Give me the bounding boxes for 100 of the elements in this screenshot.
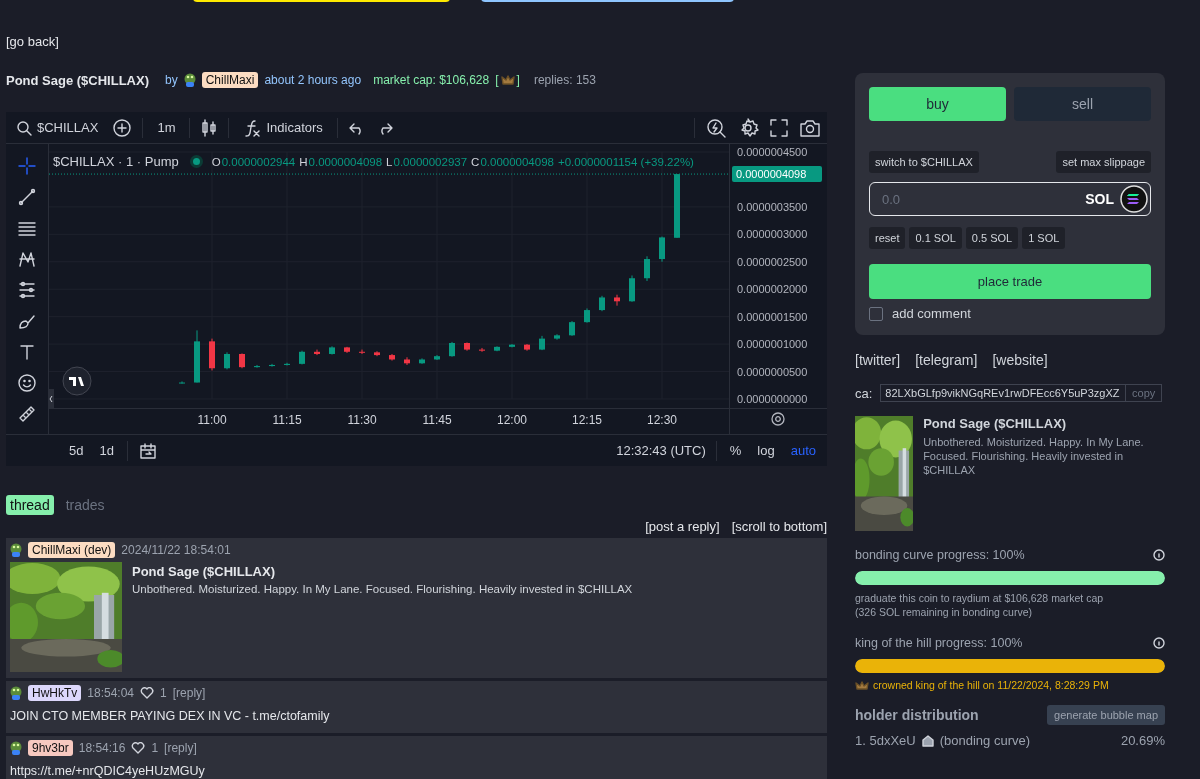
candle: [389, 353, 395, 362]
range-button[interactable]: 5d: [66, 441, 87, 460]
symbol-search[interactable]: $CHILLAX: [12, 117, 103, 138]
price-label: 0.0000002000: [737, 283, 808, 296]
contract-address: 82LXbGLfp9vikNGqREv1rwDFEcc6Y5uP3zgXZ: [884, 386, 1121, 401]
calendar-icon[interactable]: [137, 440, 158, 461]
candle: [539, 335, 545, 351]
unit-label: SOL: [1085, 191, 1114, 207]
collapse-icon[interactable]: [49, 389, 54, 409]
frog-avatar-icon: [10, 741, 22, 755]
user-badge[interactable]: HwHkTv: [28, 685, 82, 701]
text-tool-icon[interactable]: [17, 342, 37, 362]
user-badge[interactable]: ChillMaxi (dev): [28, 542, 116, 558]
scale-option[interactable]: %: [726, 441, 745, 460]
add-symbol-icon[interactable]: [112, 117, 133, 138]
price-label: 0.0000003500: [737, 200, 808, 213]
time-label: 12:32:43 (UTC): [616, 443, 706, 458]
post-body: Unbothered. Moisturized. Happy. In My Lane. Focused. Flourishing. Heavily invested in $CHILLAX: [132, 583, 633, 595]
candle: [329, 345, 335, 356]
fullscreen-icon[interactable]: [769, 117, 789, 138]
amount-field[interactable]: 0.0 SOL: [869, 182, 1151, 216]
by-label: by: [165, 73, 178, 87]
scale-option[interactable]: auto: [787, 441, 819, 460]
time-label: 12:30: [647, 413, 677, 427]
thread-link[interactable]: [scroll to bottom]: [731, 519, 827, 534]
social-link[interactable]: [telegram]: [915, 352, 978, 368]
place-trade-button[interactable]: place trade: [869, 264, 1151, 299]
candle: [179, 380, 185, 385]
progress-label: bonding curve progress: 100%: [855, 548, 1025, 562]
holder-name: 1. 5dxXeU: [855, 733, 916, 748]
candle: [404, 356, 410, 366]
status-dot: [192, 158, 200, 165]
token-description: Unbothered. Moisturized. Happy. In My Lane. Focused. Flourishing. Heavily invested in $CHILLAX: [923, 435, 1145, 477]
candle: [584, 307, 590, 324]
trend-line-icon[interactable]: [17, 187, 37, 207]
preset-button[interactable]: reset: [869, 227, 906, 249]
copy-button[interactable]: copy: [1125, 385, 1162, 401]
checkbox-label: add comment: [892, 306, 971, 321]
social-link[interactable]: [twitter]: [855, 352, 901, 368]
ref-line-label: 0.0000004098: [736, 168, 807, 181]
pattern-icon[interactable]: [17, 249, 37, 269]
camera-icon[interactable]: [799, 117, 821, 138]
amount-input[interactable]: 0.0: [880, 190, 1080, 208]
progress-note: graduate this coin to raydium at $106,628 market cap: [855, 591, 1105, 605]
candle: [599, 295, 605, 312]
tab[interactable]: thread: [6, 495, 54, 515]
slippage-button[interactable]: set max slippage: [1056, 151, 1151, 173]
social-link[interactable]: [website]: [992, 352, 1048, 368]
range-button[interactable]: 1d: [96, 441, 117, 460]
ohlc-value: O0.0000002944: [211, 155, 296, 168]
candle: [569, 320, 575, 337]
ruler-icon[interactable]: [17, 404, 37, 424]
alert-icon[interactable]: [705, 116, 727, 139]
settings-icon[interactable]: [771, 412, 785, 426]
candles-icon[interactable]: [200, 117, 219, 138]
frog-avatar-icon: [10, 543, 22, 557]
levels-icon[interactable]: [17, 280, 37, 300]
price-label: 0.0000003000: [737, 228, 808, 241]
like-count: 1: [160, 686, 167, 700]
crown-note: crowned king of the hill on 11/22/2024, 8:28:29 PM: [873, 679, 1109, 691]
reply-link[interactable]: [reply]: [164, 741, 197, 755]
bracket: [: [495, 73, 499, 87]
price-label: 0.0000000000: [737, 393, 808, 405]
frog-avatar-icon: [183, 73, 196, 87]
indicators-button[interactable]: Indicators: [239, 115, 327, 140]
interval-button[interactable]: 1m: [153, 118, 180, 137]
post-time: 18:54:16: [78, 741, 126, 755]
scale-option[interactable]: log: [754, 441, 778, 460]
price-label: 0.0000002500: [737, 255, 808, 268]
coin-icon: [1120, 185, 1148, 213]
price-label: 0.0000001500: [737, 310, 808, 323]
replies-count: replies: 153: [533, 73, 596, 87]
candle: [509, 343, 515, 348]
price-tag: 0.0000004098: [732, 166, 822, 183]
creator-link[interactable]: ChillMaxi: [201, 72, 259, 88]
smiley-icon[interactable]: [17, 373, 37, 393]
user-badge[interactable]: 9hv3br: [28, 740, 73, 756]
preset-button[interactable]: 0.5 SOL: [965, 227, 1019, 249]
switch-button[interactable]: switch to $CHILLAX: [869, 151, 979, 173]
tab[interactable]: trades: [61, 495, 109, 515]
side-tab[interactable]: sell: [1014, 87, 1151, 121]
bubble-map-button[interactable]: generate bubble map: [1047, 705, 1165, 725]
crosshair-icon[interactable]: [17, 156, 37, 176]
preset-button[interactable]: 1 SOL: [1022, 227, 1066, 249]
preset-button[interactable]: 0.1 SOL: [909, 227, 962, 249]
holder-share: 20.69%: [1120, 733, 1165, 748]
progress-note: (326 SOL remaining in bonding curve): [855, 605, 1034, 619]
section-title: holder distribution: [855, 707, 979, 723]
reply-link[interactable]: [reply]: [172, 686, 206, 700]
back-link[interactable]: [go back]: [6, 34, 59, 49]
checkbox[interactable]: [869, 306, 883, 321]
post-time: 18:54:04: [87, 686, 135, 700]
candle: [269, 363, 275, 368]
function-icon: [243, 117, 262, 138]
candle: [674, 173, 680, 239]
building-icon: [921, 734, 934, 747]
candle: [419, 357, 425, 365]
thread-link[interactable]: [post a reply]: [645, 519, 720, 534]
side-tab[interactable]: buy: [869, 87, 1006, 121]
candle: [359, 349, 365, 355]
